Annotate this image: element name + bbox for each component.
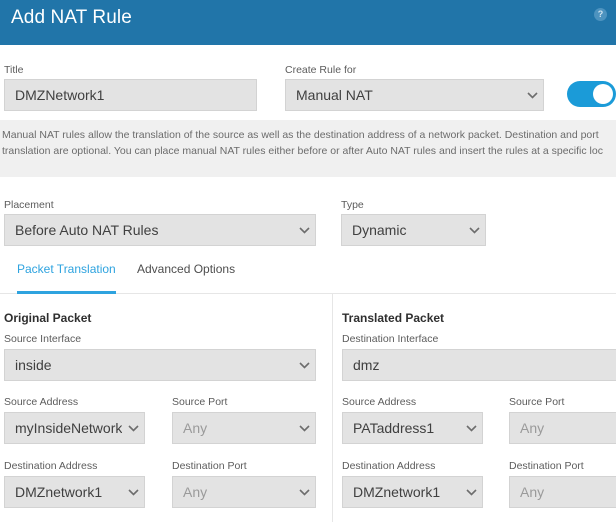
dialog-title: Add NAT Rule: [11, 7, 132, 28]
translated-packet-panel: Translated Packet Destination Interface …: [332, 294, 616, 522]
title-input-value: DMZNetwork1: [15, 87, 105, 103]
tab-advanced-options-label: Advanced Options: [137, 262, 236, 276]
chevron-down-icon: [460, 488, 482, 496]
translated-source-address-value: PATaddress1: [353, 420, 435, 436]
type-select[interactable]: Dynamic: [341, 214, 486, 246]
chevron-down-icon: [460, 424, 482, 432]
tab-packet-translation-label: Packet Translation: [17, 262, 116, 276]
chevron-down-icon: [122, 424, 144, 432]
source-interface-value: inside: [15, 357, 52, 373]
original-source-address-value: myInsideNetwork: [15, 420, 122, 436]
placement-band: Placement Before Auto NAT Rules Type Dyn…: [0, 177, 616, 262]
title-label: Title: [4, 64, 24, 76]
add-nat-rule-dialog: Add NAT Rule ? Title DMZNetwork1 Create …: [0, 0, 616, 522]
source-interface-select[interactable]: inside: [4, 349, 316, 381]
toggle-knob: [593, 84, 613, 104]
translated-source-address-select[interactable]: PATaddress1: [342, 412, 483, 444]
chevron-down-icon: [122, 488, 144, 496]
description-text: Manual NAT rules allow the translation o…: [2, 129, 603, 157]
destination-interface-value: dmz: [353, 357, 380, 373]
chevron-down-icon: [293, 361, 315, 369]
type-label: Type: [341, 199, 364, 211]
placement-value: Before Auto NAT Rules: [15, 222, 159, 238]
original-destination-address-value: DMZnetwork1: [15, 484, 103, 500]
translated-source-port-value: Any: [520, 420, 545, 436]
chevron-down-icon: [293, 488, 315, 496]
chevron-down-icon: [293, 226, 315, 234]
original-source-port-select[interactable]: Any: [172, 412, 316, 444]
top-form-band: Title DMZNetwork1 Create Rule for Manual…: [0, 45, 616, 120]
tab-advanced-options[interactable]: Advanced Options: [137, 262, 235, 294]
enable-rule-toggle[interactable]: [567, 81, 616, 107]
translated-destination-address-select[interactable]: DMZnetwork1: [342, 476, 483, 508]
help-circle-icon[interactable]: ?: [594, 8, 607, 21]
create-rule-for-select[interactable]: Manual NAT: [285, 79, 544, 111]
original-packet-heading: Original Packet: [4, 311, 92, 325]
original-destination-port-value: Any: [183, 484, 208, 500]
original-destination-port-select[interactable]: Any: [172, 476, 316, 508]
original-packet-panel: Original Packet Source Interface inside …: [0, 294, 332, 522]
translated-destination-port-value: Any: [520, 484, 545, 500]
translated-destination-port-label: Destination Port: [509, 460, 584, 472]
original-source-address-select[interactable]: myInsideNetwork: [4, 412, 145, 444]
translated-destination-address-label: Destination Address: [342, 460, 436, 472]
create-rule-for-value: Manual NAT: [296, 87, 373, 103]
destination-interface-select[interactable]: dmz: [342, 349, 616, 381]
destination-interface-label: Destination Interface: [342, 333, 439, 345]
original-destination-address-select[interactable]: DMZnetwork1: [4, 476, 145, 508]
chevron-down-icon: [521, 91, 543, 99]
translated-packet-heading: Translated Packet: [342, 311, 445, 325]
placement-select[interactable]: Before Auto NAT Rules: [4, 214, 316, 246]
title-input[interactable]: DMZNetwork1: [4, 79, 257, 111]
description-band: Manual NAT rules allow the translation o…: [0, 120, 616, 177]
create-rule-for-label: Create Rule for: [285, 64, 357, 76]
type-value: Dynamic: [352, 222, 407, 238]
translated-destination-port-select[interactable]: Any: [509, 476, 616, 508]
translated-destination-address-value: DMZnetwork1: [353, 484, 441, 500]
original-source-port-label: Source Port: [172, 396, 228, 408]
original-source-address-label: Source Address: [4, 396, 79, 408]
translated-source-port-label: Source Port: [509, 396, 565, 408]
dialog-titlebar: Add NAT Rule ?: [0, 0, 616, 45]
tab-packet-translation[interactable]: Packet Translation: [17, 262, 116, 294]
original-source-port-value: Any: [183, 420, 208, 436]
chevron-down-icon: [463, 226, 485, 234]
translated-source-port-select[interactable]: Any: [509, 412, 616, 444]
chevron-down-icon: [293, 424, 315, 432]
translated-source-address-label: Source Address: [342, 396, 417, 408]
placement-label: Placement: [4, 199, 54, 211]
original-destination-address-label: Destination Address: [4, 460, 98, 472]
source-interface-label: Source Interface: [4, 333, 82, 345]
original-destination-port-label: Destination Port: [172, 460, 247, 472]
